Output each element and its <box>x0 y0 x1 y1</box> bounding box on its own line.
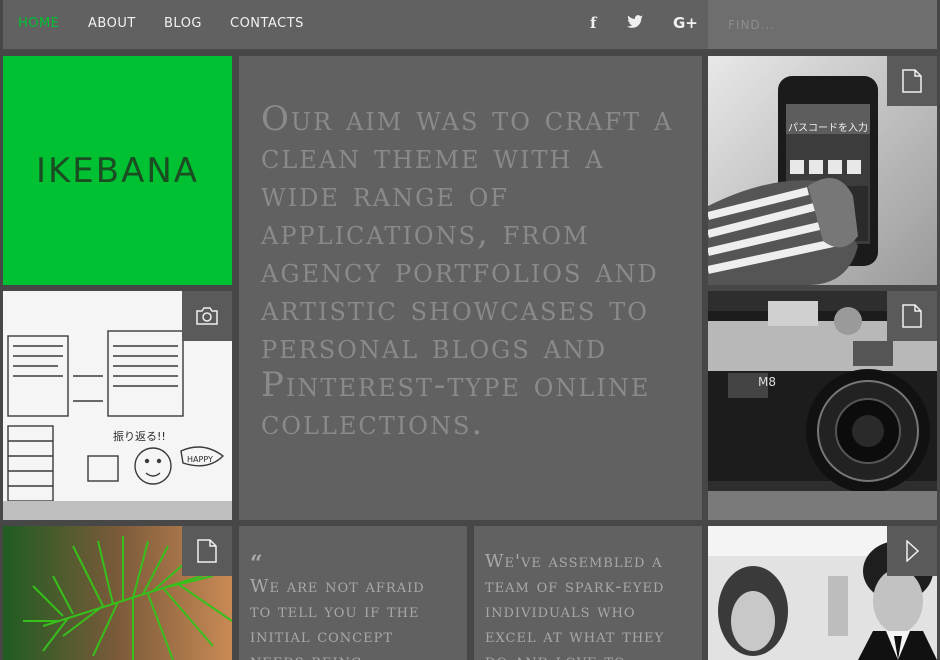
pine-tile-badge <box>182 526 232 576</box>
nav-home[interactable]: HOME <box>18 16 59 31</box>
sketch-note-text: 振り返る!! <box>113 430 166 443</box>
googleplus-icon[interactable]: G+ <box>673 14 698 32</box>
facebook-icon[interactable]: f <box>590 14 596 32</box>
nav-contacts[interactable]: CONTACTS <box>230 16 304 31</box>
sketch-tile-badge <box>182 291 232 341</box>
people-photo-tile[interactable] <box>708 526 937 660</box>
camera-photo-tile[interactable]: M8 <box>708 291 937 520</box>
brand-tile[interactable]: IKEBANA <box>3 56 232 285</box>
phone-tile-badge <box>887 56 937 106</box>
twitter-icon[interactable] <box>627 15 643 33</box>
camera-tile-badge <box>887 291 937 341</box>
quote-tile-1[interactable]: “ We are not afraid to tell you if the i… <box>239 526 467 660</box>
quote-text-1: We are not afraid to tell you if the ini… <box>250 576 425 660</box>
camera-icon <box>196 307 218 325</box>
play-icon <box>906 540 919 562</box>
phone-photo-tile[interactable]: パスコードを入力 <box>708 56 937 285</box>
phone-screen-text: パスコードを入力 <box>788 123 868 134</box>
pine-photo-tile[interactable] <box>3 526 232 660</box>
document-icon <box>902 304 922 328</box>
quote-text-2: We've assembled a team of spark-eyed ind… <box>485 551 665 660</box>
people-tile-badge <box>887 526 937 576</box>
document-icon <box>902 69 922 93</box>
search-input[interactable] <box>708 0 937 49</box>
brand-name: IKEBANA <box>35 150 200 191</box>
sketch-photo-tile[interactable]: 振り返る!! HAPPY <box>3 291 232 520</box>
sketch-bubble-text: HAPPY <box>187 455 213 464</box>
nav-about[interactable]: ABOUT <box>88 16 136 31</box>
document-icon <box>197 539 217 563</box>
intro-text: Our aim was to craft a clean theme with … <box>261 99 674 443</box>
quote-tile-2[interactable]: We've assembled a team of spark-eyed ind… <box>474 526 702 660</box>
svg-text:M8: M8 <box>758 375 776 389</box>
nav-blog[interactable]: BLOG <box>164 16 202 31</box>
intro-tile: Our aim was to craft a clean theme with … <box>239 56 702 520</box>
